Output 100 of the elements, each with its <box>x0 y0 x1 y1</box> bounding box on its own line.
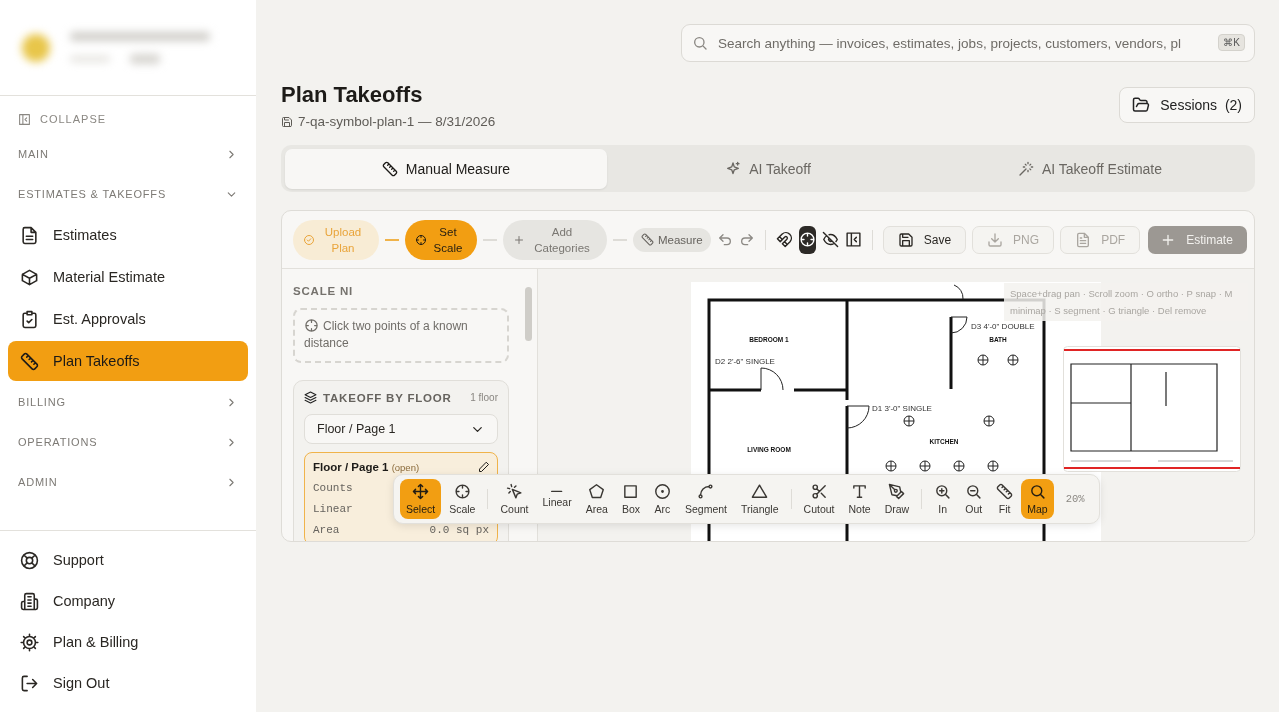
spline-icon <box>697 483 715 500</box>
ruler-icon <box>641 233 654 246</box>
lifebuoy-icon <box>20 550 39 570</box>
search-icon <box>692 35 708 51</box>
tool-button[interactable]: Select <box>400 479 442 519</box>
nav-item[interactable]: Material Estimate <box>8 257 248 297</box>
ruler-icon <box>20 351 39 371</box>
box-icon <box>20 267 39 287</box>
ruler-icon <box>381 161 398 177</box>
minimap-drawing[interactable] <box>1063 346 1241 472</box>
nav-item[interactable]: Plan Takeoffs <box>8 341 248 381</box>
nav-item[interactable]: Estimates <box>8 215 248 255</box>
settings-icon <box>20 632 39 652</box>
section-heading: SCALE NI <box>293 285 355 297</box>
tool-button[interactable]: In <box>928 479 958 519</box>
action-button[interactable]: Save <box>882 225 967 254</box>
floor-name: Floor / Page 1 (open) <box>313 461 420 473</box>
tool-button[interactable]: Arc <box>647 479 677 519</box>
tool-button[interactable]: Fit <box>990 479 1020 519</box>
move-icon <box>412 483 430 500</box>
zoom-out-icon <box>965 483 983 500</box>
nav-section-header[interactable]: MAIN <box>0 134 256 174</box>
sparkles-icon <box>725 161 742 177</box>
tool-button[interactable]: Cutout <box>797 479 841 519</box>
line-icon <box>551 490 563 493</box>
crosshair-icon <box>453 483 471 500</box>
tab[interactable]: Manual Measure <box>285 149 607 189</box>
magic-wand-icon <box>1017 161 1034 177</box>
magnet-icon <box>775 231 793 248</box>
scale-hint: Click two points of a known distance <box>293 308 509 363</box>
toggle-button[interactable] <box>798 225 816 254</box>
tab[interactable]: AI Takeoff Estimate <box>929 149 1251 189</box>
step-pill[interactable]: Add Categories <box>503 219 607 260</box>
save-icon <box>281 115 293 128</box>
metric-value: 0.0 sq px <box>429 524 489 536</box>
collapse-icon <box>18 112 31 126</box>
crosshair-icon <box>798 231 816 248</box>
zoom-level: 20% <box>1064 493 1086 505</box>
nav-section-header[interactable]: ADMIN <box>0 462 256 502</box>
triangle-icon <box>751 483 769 500</box>
nav-item[interactable]: Company <box>8 581 128 621</box>
square-icon <box>622 483 640 500</box>
scissors-icon <box>810 483 828 500</box>
tool-button[interactable]: Map <box>1021 479 1054 519</box>
layers-icon <box>304 391 317 404</box>
clipboard-check-icon <box>20 309 39 329</box>
door-label: D3 4'-0" DOUBLE <box>971 322 1035 331</box>
plus-icon <box>513 233 525 246</box>
document-icon <box>20 225 39 245</box>
tool-button[interactable]: Out <box>959 479 989 519</box>
nav-item[interactable]: Sign Out <box>8 663 122 703</box>
crosshair-icon <box>415 233 427 246</box>
nav-item[interactable]: Support <box>8 540 116 580</box>
tool-button[interactable]: Area <box>579 479 614 519</box>
step-pill[interactable]: Set Scale <box>405 219 477 260</box>
floor-count: 1 floor <box>470 392 498 403</box>
nav-section-header[interactable]: OPERATIONS <box>0 422 256 462</box>
shortcut-hint: ⌘K <box>1218 34 1245 51</box>
crosshair-icon <box>304 318 319 333</box>
search-icon <box>1028 483 1046 500</box>
folder-icon <box>1132 96 1151 114</box>
metric-label: Counts <box>313 482 353 494</box>
tool-button[interactable]: Note <box>842 479 877 519</box>
tool-button[interactable]: Triangle <box>735 479 785 519</box>
door-label: D2 2'-6" SINGLE <box>715 357 775 366</box>
sessions-button[interactable]: Sessions (2) <box>1119 87 1255 123</box>
tab[interactable]: AI Takeoff <box>607 149 929 189</box>
eye-off-icon <box>821 231 839 248</box>
nav-item[interactable]: Est. Approvals <box>8 299 248 339</box>
ruler-icon <box>996 483 1014 500</box>
building-icon <box>20 591 39 611</box>
tool-button[interactable]: Box <box>615 479 646 519</box>
pen-icon <box>888 483 906 500</box>
tool-button[interactable]: Scale <box>443 479 482 519</box>
save-icon <box>897 231 914 248</box>
sign-out-icon <box>20 673 39 693</box>
measure-chip[interactable]: Measure <box>633 227 711 252</box>
floor-dropdown[interactable]: Floor / Page 1 <box>304 414 498 444</box>
card-title: TAKEOFF BY FLOOR <box>323 391 453 404</box>
download-icon <box>987 231 1004 248</box>
file-icon <box>1075 231 1092 248</box>
metric-label: Linear <box>313 503 353 515</box>
tool-button[interactable]: Linear <box>536 479 578 519</box>
tool-button[interactable]: Draw <box>878 479 916 519</box>
page-subtitle: 7-qa-symbol-plan-1 — 8/31/2026 <box>298 114 496 129</box>
pencil-icon <box>479 462 489 472</box>
panel-icon <box>844 231 862 248</box>
nav-section-header[interactable]: ESTIMATES & TAKEOFFS <box>0 174 256 214</box>
page-title: Plan Takeoffs <box>281 82 424 108</box>
redo-icon <box>738 231 755 248</box>
metric-label: Area <box>313 524 340 536</box>
collapse-button[interactable]: COLLAPSE <box>18 110 238 128</box>
nav-item[interactable]: Plan & Billing <box>8 622 151 662</box>
door-label: D1 3'-0" SINGLE <box>872 404 932 413</box>
cursor-click-icon <box>505 483 523 500</box>
pentagon-icon <box>588 483 606 500</box>
text-icon <box>851 483 869 500</box>
zoom-in-icon <box>934 483 952 500</box>
undo-icon <box>716 231 733 248</box>
nav-section-header[interactable]: BILLING <box>0 382 256 422</box>
